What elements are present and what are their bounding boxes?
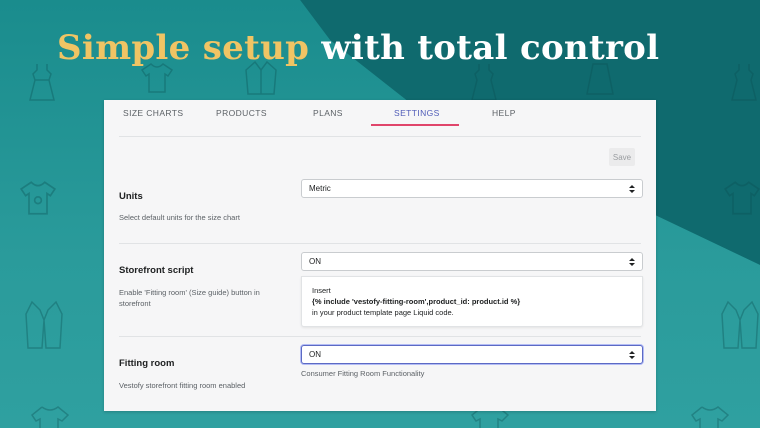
dress-icon: [470, 62, 498, 102]
dress-icon: [28, 62, 56, 102]
headline-accent: Simple setup: [57, 28, 310, 68]
storefront-script-select[interactable]: ON: [301, 252, 643, 271]
vest-icon: [718, 300, 760, 352]
fitting-room-helper-text: Consumer Fitting Room Functionality: [301, 369, 425, 378]
storefront-script-select-value: ON: [309, 257, 321, 266]
select-caret-icon: [629, 351, 635, 359]
fitting-room-title: Fitting room: [119, 358, 175, 369]
storefront-script-description: Enable 'Fitting room' (Size guide) butto…: [119, 288, 260, 308]
units-title: Units: [119, 191, 143, 202]
settings-panel: SIZE CHARTS PRODUCTS PLANS SETTINGS HELP…: [104, 100, 656, 411]
save-button[interactable]: Save: [609, 148, 635, 166]
info-location-text: in your product template page Liquid cod…: [312, 308, 454, 317]
liquid-code-info-box: Insert {% include 'vestofy-fitting-room'…: [301, 276, 643, 327]
coat-icon: [30, 405, 70, 428]
divider: [119, 243, 641, 244]
fitting-room-select[interactable]: ON: [301, 345, 643, 364]
tab-settings[interactable]: SETTINGS: [394, 108, 440, 118]
active-tab-indicator: [371, 124, 459, 126]
divider: [119, 336, 641, 337]
fitting-room-description: Vestofy storefront fitting room enabled: [119, 381, 246, 390]
tab-size-charts[interactable]: SIZE CHARTS: [123, 108, 183, 118]
tab-plans[interactable]: PLANS: [313, 108, 343, 118]
coat-icon: [690, 405, 730, 428]
select-caret-icon: [629, 185, 635, 193]
banner-headline: Simple setup with total control: [57, 28, 659, 68]
headline-rest: with total control: [321, 28, 660, 68]
storefront-script-title: Storefront script: [119, 265, 194, 276]
shirt-icon: [722, 180, 760, 216]
tab-bar: SIZE CHARTS PRODUCTS PLANS SETTINGS HELP: [104, 100, 656, 126]
divider: [119, 136, 641, 137]
info-insert-text: Insert: [312, 286, 331, 295]
shirt-icon: [18, 180, 58, 216]
vest-icon: [22, 300, 66, 352]
units-select[interactable]: Metric: [301, 179, 643, 198]
tab-help[interactable]: HELP: [492, 108, 516, 118]
units-select-value: Metric: [309, 184, 331, 193]
dress-icon: [730, 62, 758, 102]
tab-products[interactable]: PRODUCTS: [216, 108, 267, 118]
units-description: Select default units for the size chart: [119, 213, 240, 222]
fitting-room-select-value: ON: [309, 350, 321, 359]
liquid-code-snippet: {% include 'vestofy-fitting-room',produc…: [312, 297, 521, 306]
select-caret-icon: [629, 258, 635, 266]
